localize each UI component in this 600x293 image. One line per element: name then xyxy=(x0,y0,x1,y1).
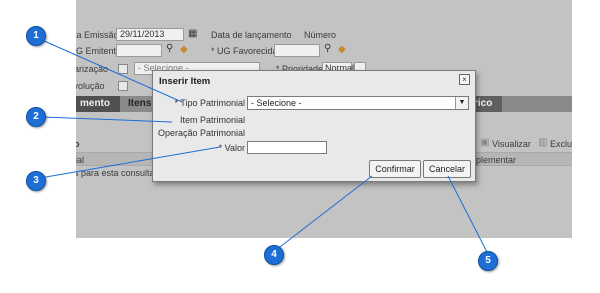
callout-badge-1: 1 xyxy=(26,26,46,46)
callout-line-2 xyxy=(41,116,173,123)
callout-badge-3: 3 xyxy=(26,171,46,191)
callout-lines xyxy=(39,39,489,255)
callout-line-5 xyxy=(447,175,489,255)
callout-line-3 xyxy=(39,146,221,179)
callout-line-1 xyxy=(41,39,183,103)
callout-badge-5: 5 xyxy=(478,251,498,271)
callout-line-4 xyxy=(275,175,373,251)
callout-badge-4: 4 xyxy=(264,245,284,265)
callout-badge-2: 2 xyxy=(26,107,46,127)
